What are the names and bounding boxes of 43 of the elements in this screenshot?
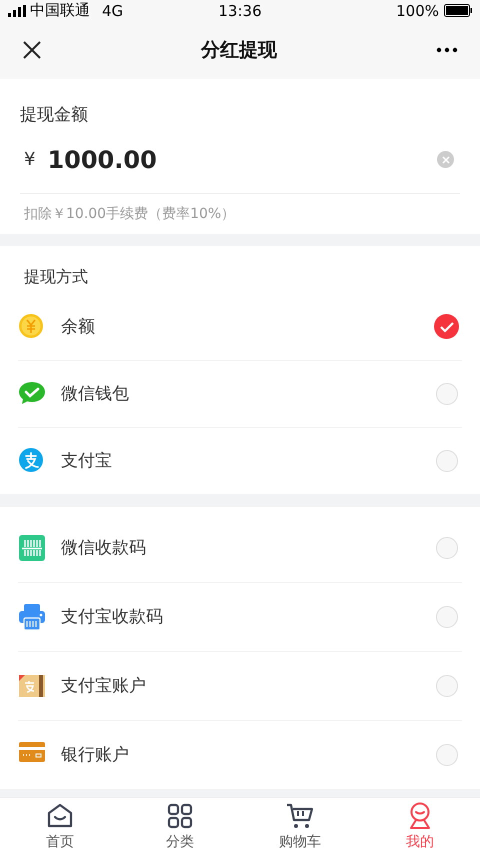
method-label[interactable]: 银行账户 (61, 743, 436, 766)
page-title: 分红提现 (200, 38, 278, 63)
section-header: 提现方式 (23, 266, 89, 288)
check-icon (440, 320, 454, 333)
method-label[interactable]: 微信收款码 (61, 536, 436, 560)
tab-item[interactable]: 首页 (0, 798, 120, 856)
radio-button[interactable] (436, 450, 458, 472)
amount-label: 提现金额 (20, 104, 89, 127)
alipay-card-icon (19, 672, 45, 699)
more-icon (436, 46, 458, 53)
carrier-name: 中国联通 (30, 1, 90, 20)
method-label[interactable]: 余额 (61, 315, 434, 338)
battery-percent: 100% (396, 2, 440, 20)
method-label[interactable]: 支付宝收款码 (61, 605, 436, 628)
network-type: 4G (102, 2, 124, 20)
status-time: 13:36 (218, 2, 262, 20)
clear-button[interactable] (437, 151, 454, 168)
tab-item[interactable]: 购物车 (240, 798, 360, 856)
tab-item[interactable]: 分类 (120, 798, 240, 856)
currency-symbol: ¥ (24, 149, 36, 170)
tab-item[interactable]: 我的 (360, 798, 480, 856)
grid-icon (166, 802, 194, 830)
battery-icon (444, 4, 472, 18)
alipay-icon (19, 448, 45, 474)
method-label[interactable]: 微信钱包 (61, 382, 436, 406)
radio-button[interactable] (436, 536, 458, 559)
chat-check-icon (19, 380, 45, 407)
method-label[interactable]: 支付宝 (61, 449, 436, 472)
amount-value[interactable]: 1000.00 (47, 146, 437, 174)
method-label[interactable]: 支付宝账户 (61, 674, 436, 698)
clear-icon (442, 156, 450, 164)
barcode-icon (19, 534, 45, 561)
printer-icon (19, 604, 45, 630)
coin-icon (19, 314, 45, 340)
radio-button[interactable] (436, 606, 458, 628)
signal-icon (8, 4, 26, 17)
checked-radio[interactable] (434, 314, 459, 340)
radio-button[interactable] (436, 382, 458, 405)
close-icon (22, 40, 42, 60)
radio-button[interactable] (436, 744, 458, 766)
radio-button[interactable] (436, 674, 458, 697)
fee-note: 扣除￥10.00手续费（费率10%） (23, 204, 236, 224)
cart-icon (286, 802, 314, 830)
